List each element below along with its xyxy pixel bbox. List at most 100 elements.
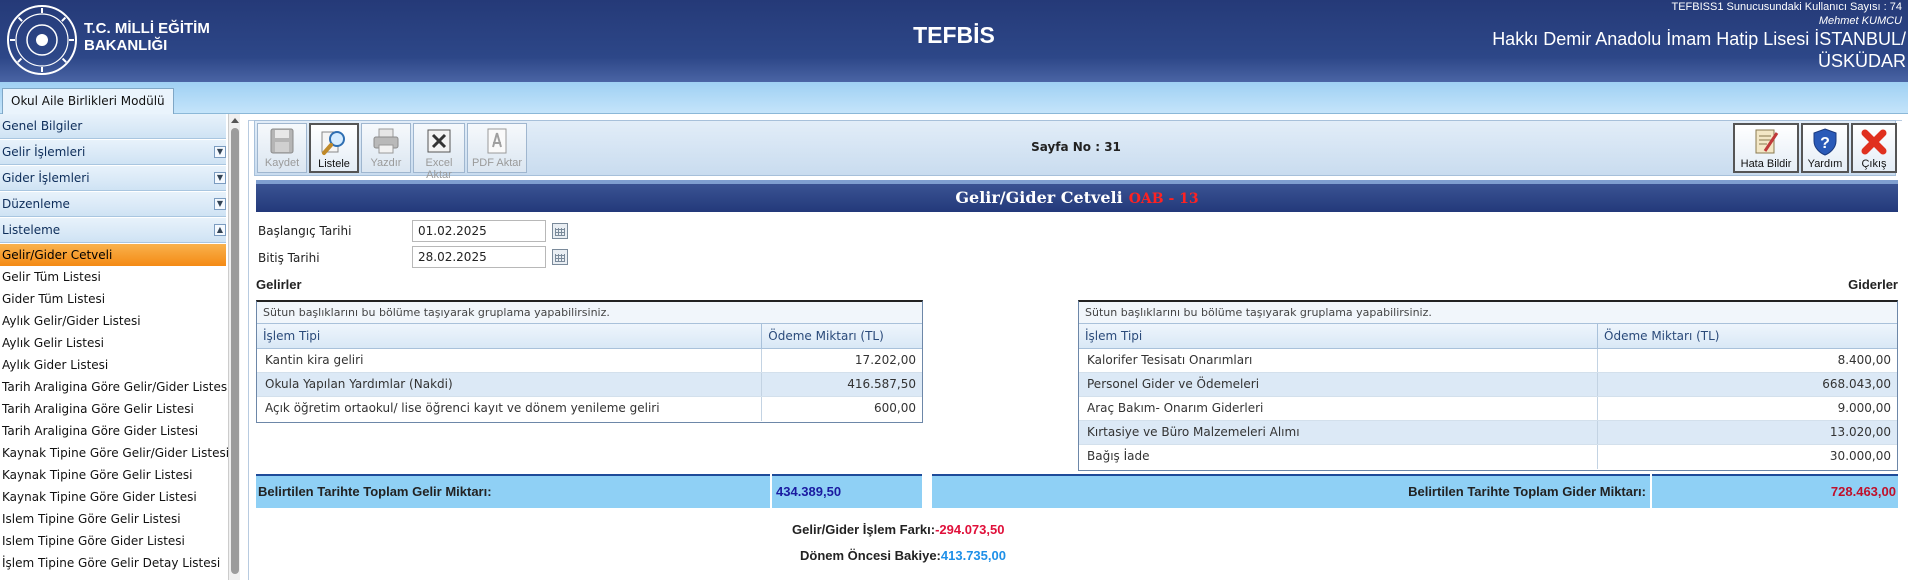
cell-islem-tipi: Açık öğretim ortaokul/ lise öğrenci kayı…	[257, 397, 763, 421]
sidebar-item-kaynak-gelir-listesi[interactable]: Kaynak Tipine Göre Gelir Listesi	[0, 464, 226, 486]
sidebar-item-kaynak-gelir-gider-listesi[interactable]: Kaynak Tipine Göre Gelir/Gider Listesi	[0, 442, 229, 464]
yardim-button[interactable]: ? Yardım	[1801, 123, 1849, 173]
sidebar-item-kaynak-gider-listesi[interactable]: Kaynak Tipine Göre Gider Listesi	[0, 486, 226, 508]
scroll-up-icon[interactable]	[231, 118, 239, 123]
gider-total-value: 728.463,00	[1652, 474, 1898, 508]
col-islem-tipi[interactable]: İşlem Tipi	[257, 324, 763, 348]
chevron-down-icon[interactable]: ▼	[214, 172, 226, 184]
sidebar-item-tarih-gider-listesi[interactable]: Tarih Araligina Göre Gider Listesi	[0, 420, 226, 442]
hata-bildir-label: Hata Bildir	[1740, 158, 1792, 170]
table-row[interactable]: Personel Gider ve Ödemeleri 668.043,00	[1079, 373, 1897, 397]
group-panel-hint: Sütun başlıklarını bu bölüme taşıyarak g…	[257, 302, 922, 324]
cell-islem-tipi: Araç Bakım- Onarım Giderleri	[1079, 397, 1598, 420]
gelirler-title: Gelirler	[256, 277, 302, 292]
pdf-label: PDF Aktar	[471, 157, 523, 169]
table-row[interactable]: Bağış İade 30.000,00	[1079, 445, 1897, 469]
bakiye-value: 413.735,00	[940, 548, 1006, 563]
calendar-icon[interactable]	[552, 223, 568, 239]
table-row[interactable]: Kantin kira geliri 17.202,00	[257, 349, 922, 373]
col-odeme-miktari[interactable]: Ödeme Miktarı (TL)	[1598, 324, 1897, 348]
sidebar-item-aylik-gelir-listesi[interactable]: Aylık Gelir Listesi	[0, 332, 226, 354]
table-row[interactable]: Araç Bakım- Onarım Giderleri 9.000,00	[1079, 397, 1897, 421]
ministry-line-1: T.C. MİLLİ EĞİTİM	[84, 20, 210, 37]
ministry-name: T.C. MİLLİ EĞİTİM BAKANLIĞI	[84, 20, 210, 54]
module-tabbar: Okul Aile Birlikleri Modülü	[0, 82, 1908, 114]
giderler-title: Giderler	[1848, 277, 1898, 292]
sidebar: Genel Bilgiler Gelir İşlemleri ▼ Gider İ…	[0, 114, 240, 580]
app-header: T.C. MİLLİ EĞİTİM BAKANLIĞI TEFBİS TEFBI…	[0, 0, 1908, 82]
calendar-icon[interactable]	[552, 249, 568, 265]
sidebar-item-islem-gelir-detay-listesi[interactable]: İşlem Tipine Göre Gelir Detay Listesi	[0, 552, 226, 574]
islem-farki: Gelir/Gider İşlem Farkı:-294.073,50	[792, 522, 1004, 537]
listele-label: Listele	[318, 158, 350, 170]
cell-odeme-miktari: 416.587,50	[847, 377, 916, 391]
sidebar-item-tarih-gelir-listesi[interactable]: Tarih Araligina Göre Gelir Listesi	[0, 398, 226, 420]
sidebar-item-aylik-gelir-gider-listesi[interactable]: Aylık Gelir/Gider Listesi	[0, 310, 226, 332]
close-icon	[1861, 129, 1887, 155]
yazdir-label: Yazdır	[370, 157, 402, 169]
end-date-label: Bitiş Tarihi	[258, 251, 320, 265]
group-panel-hint: Sütun başlıklarını bu bölüme taşıyarak g…	[1079, 302, 1897, 324]
chevron-down-icon[interactable]: ▼	[214, 198, 226, 210]
sidebar-group-gider-islemleri[interactable]: Gider İşlemleri ▼	[0, 166, 226, 191]
cell-odeme-miktari: 30.000,00	[1829, 449, 1891, 463]
col-odeme-miktari[interactable]: Ödeme Miktarı (TL)	[762, 324, 922, 348]
sidebar-group-genel-bilgiler[interactable]: Genel Bilgiler	[0, 114, 226, 139]
sidebar-item-tarih-gelir-gider-listesi[interactable]: Tarih Araligina Göre Gelir/Gider Listesi	[0, 376, 230, 398]
gider-total-label: Belirtilen Tarihte Toplam Gider Miktarı:	[932, 474, 1650, 508]
cikis-button[interactable]: Çıkış	[1851, 123, 1897, 173]
cell-odeme-miktari: 600,00	[874, 401, 916, 415]
islem-farki-value: -294.073,50	[935, 522, 1005, 537]
page-number: Sayfa No : 31	[1031, 140, 1121, 154]
page-title: Gelir/Gider Cetveli	[955, 188, 1123, 207]
page-title-bar: Gelir/Gider Cetveli OAB - 13	[256, 180, 1898, 212]
sidebar-item-islem-gelir-listesi[interactable]: Islem Tipine Göre Gelir Listesi	[0, 508, 226, 530]
gelir-total-label: Belirtilen Tarihte Toplam Gelir Miktarı:	[256, 474, 770, 508]
school-name: Hakkı Demir Anadolu İmam Hatip Lisesi İS…	[1492, 28, 1906, 72]
toolbar: Kaydet Listele Yazdır Excel Aktar PDF Ak…	[254, 120, 1897, 181]
table-row[interactable]: Okula Yapılan Yardımlar (Nakdi) 416.587,…	[257, 373, 922, 397]
cell-islem-tipi: Kırtasiye ve Büro Malzemeleri Alımı	[1079, 421, 1598, 444]
sidebar-group-gelir-islemleri[interactable]: Gelir İşlemleri ▼	[0, 140, 226, 165]
sidebar-group-label: Düzenleme	[2, 197, 70, 211]
help-icon: ?	[1813, 128, 1837, 156]
sidebar-group-label: Genel Bilgiler	[2, 119, 83, 133]
hata-bildir-button[interactable]: Hata Bildir	[1733, 123, 1799, 173]
sidebar-group-duzenleme[interactable]: Düzenleme ▼	[0, 192, 226, 217]
sidebar-group-listeleme[interactable]: Listeleme ▲	[0, 218, 226, 243]
cell-islem-tipi: Personel Gider ve Ödemeleri	[1079, 373, 1598, 396]
table-row[interactable]: Kırtasiye ve Büro Malzemeleri Alımı 13.0…	[1079, 421, 1897, 445]
sidebar-item-gelir-gider-cetveli[interactable]: Gelir/Gider Cetveli	[0, 244, 226, 266]
sidebar-group-label: Gider İşlemleri	[2, 171, 90, 185]
gelir-total-value: 434.389,50	[772, 474, 922, 508]
sidebar-scrollbar[interactable]	[228, 114, 240, 580]
start-date-input[interactable]: 01.02.2025	[412, 220, 546, 242]
cell-odeme-miktari: 9.000,00	[1837, 401, 1891, 415]
chevron-up-icon[interactable]: ▲	[214, 224, 226, 236]
server-user-count: TEFBISS1 Sunucusundaki Kullanıcı Sayısı …	[1671, 1, 1902, 13]
cell-odeme-miktari: 668.043,00	[1822, 377, 1891, 391]
cell-odeme-miktari: 13.020,00	[1829, 425, 1891, 439]
scrollbar-thumb[interactable]	[231, 128, 239, 574]
tab-okul-aile-birlikleri[interactable]: Okul Aile Birlikleri Modülü	[2, 88, 174, 114]
col-islem-tipi[interactable]: İşlem Tipi	[1079, 324, 1598, 348]
sidebar-item-gider-tum-listesi[interactable]: Gider Tüm Listesi	[0, 288, 226, 310]
form-code: OAB - 13	[1128, 191, 1199, 207]
bakiye-label: Dönem Öncesi Bakiye:	[800, 548, 941, 563]
chevron-down-icon[interactable]: ▼	[214, 146, 226, 158]
table-row[interactable]: Kalorifer Tesisatı Onarımları 8.400,00	[1079, 349, 1897, 373]
sidebar-item-islem-gider-listesi[interactable]: Islem Tipine Göre Gider Listesi	[0, 530, 226, 552]
table-row[interactable]: Açık öğretim ortaokul/ lise öğrenci kayı…	[257, 397, 922, 421]
report-error-icon	[1755, 129, 1779, 154]
excel-label: Excel Aktar	[425, 157, 453, 181]
svg-text:?: ?	[1820, 135, 1830, 152]
cell-islem-tipi: Kantin kira geliri	[257, 349, 763, 372]
ministry-line-2: BAKANLIĞI	[84, 37, 168, 54]
sidebar-item-gelir-tum-listesi[interactable]: Gelir Tüm Listesi	[0, 266, 226, 288]
cell-islem-tipi: Bağış İade	[1079, 445, 1598, 469]
cell-islem-tipi: Kalorifer Tesisatı Onarımları	[1079, 349, 1598, 372]
school-line-2: ÜSKÜDAR	[1817, 51, 1906, 71]
user-name: Mehmet KUMCU	[1818, 15, 1902, 27]
end-date-input[interactable]: 28.02.2025	[412, 246, 546, 268]
sidebar-item-aylik-gider-listesi[interactable]: Aylık Gider Listesi	[0, 354, 226, 376]
